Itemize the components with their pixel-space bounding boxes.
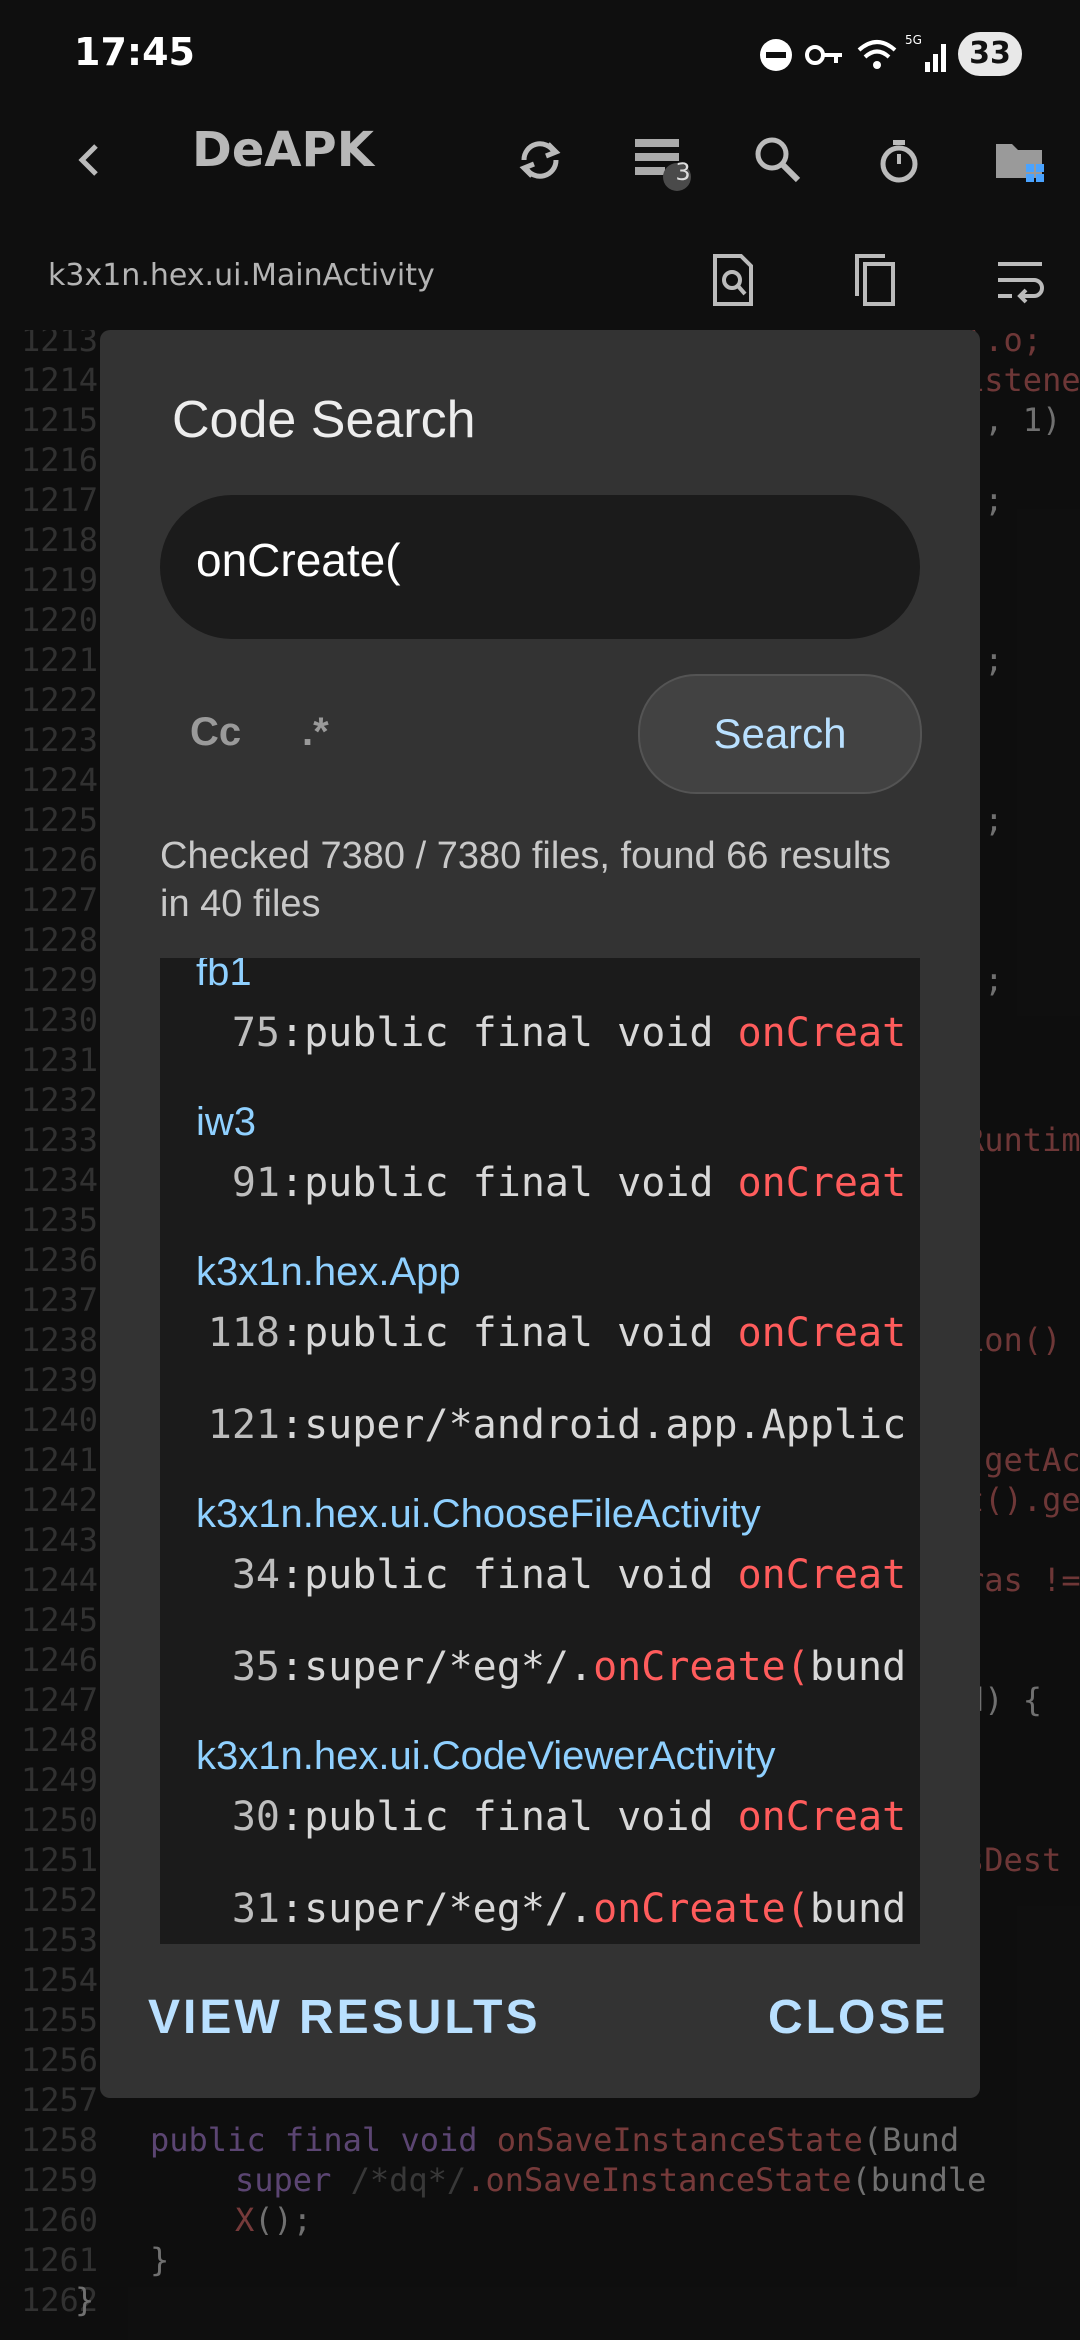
result-match[interactable]: 91:public final void onCreat [160, 1160, 906, 1206]
class-path-label: k3x1n.hex.ui.MainActivity [48, 258, 435, 293]
result-match[interactable]: 121:super/*android.app.Applic [160, 1402, 906, 1448]
result-match[interactable]: 75:public final void onCreat [160, 1010, 906, 1056]
results-list[interactable]: fb1 75:public final void onCreat iw3 91:pub… [160, 958, 920, 1944]
reload-icon[interactable] [505, 125, 575, 195]
search-icon[interactable] [743, 125, 813, 195]
search-button[interactable]: Search [638, 674, 922, 794]
match-highlight: onCreat [737, 1010, 907, 1056]
regex-toggle[interactable]: .* [302, 710, 329, 755]
battery-indicator: 33 [958, 32, 1022, 76]
view-results-button[interactable]: VIEW RESULTS [148, 1990, 540, 2045]
match-separator: : [280, 1644, 305, 1690]
wifi-icon [857, 40, 897, 69]
match-case-toggle[interactable]: Cc [190, 710, 241, 755]
folder-icon[interactable] [985, 125, 1055, 195]
match-suffix: bund [809, 1886, 907, 1932]
search-input[interactable]: onCreate( [160, 495, 920, 639]
find-in-page-icon[interactable] [698, 245, 768, 315]
svg-text:5G: 5G [905, 33, 922, 47]
match-line-number: 35 [231, 1644, 280, 1690]
signal-5g-icon: 5G [905, 33, 946, 72]
copy-icon[interactable] [840, 245, 910, 315]
match-line-number: 34 [231, 1552, 280, 1598]
match-highlight: onCreat [737, 1552, 907, 1598]
close-button[interactable]: CLOSE [768, 1990, 948, 2045]
match-prefix: super/*eg*/. [304, 1644, 594, 1690]
code-search-dialog: Code Search onCreate( Cc .* Search Check… [100, 330, 980, 2098]
match-prefix: super/*eg*/. [304, 1886, 594, 1932]
result-match[interactable]: 118:public final void onCreat [160, 1310, 906, 1356]
tasks-icon[interactable]: 3 [625, 125, 695, 195]
status-bar: 17:45 5G 33 [0, 0, 1080, 110]
search-summary: Checked 7380 / 7380 files, found 66 resu… [160, 835, 891, 925]
timer-icon[interactable] [864, 125, 934, 195]
match-prefix: public final void [304, 1310, 738, 1356]
match-highlight: onCreat [737, 1310, 907, 1356]
match-suffix: bund [809, 1644, 907, 1690]
result-match[interactable]: 35:super/*eg*/.onCreate(bund [160, 1644, 906, 1690]
match-separator: : [280, 1010, 305, 1056]
status-time: 17:45 [74, 30, 195, 74]
match-line-number: 75 [231, 1010, 280, 1056]
match-line-number: 118 [207, 1310, 280, 1356]
match-prefix: public final void [304, 1010, 738, 1056]
back-icon[interactable] [55, 125, 125, 195]
app-title: DeAPK [192, 122, 374, 178]
search-query-text: onCreate( [196, 534, 401, 586]
match-separator: : [280, 1552, 305, 1598]
match-highlight: onCreate( [593, 1644, 810, 1690]
match-line-number: 31 [231, 1886, 280, 1932]
result-file[interactable]: fb1 [196, 958, 252, 995]
match-prefix: public final void [304, 1794, 738, 1840]
vpn-key-icon [805, 45, 842, 65]
match-highlight: onCreate( [593, 1886, 810, 1932]
result-match[interactable]: 31:super/*eg*/.onCreate(bund [160, 1886, 906, 1932]
wrap-icon[interactable] [985, 245, 1055, 315]
match-separator: : [280, 1310, 305, 1356]
match-line-number: 121 [207, 1402, 280, 1448]
match-highlight: onCreat [737, 1794, 907, 1840]
result-file[interactable]: k3x1n.hex.ui.CodeViewerActivity [196, 1734, 776, 1779]
dialog-title: Code Search [172, 391, 476, 449]
result-match[interactable]: 30:public final void onCreat [160, 1794, 906, 1840]
match-separator: : [280, 1160, 305, 1206]
match-separator: : [280, 1402, 305, 1448]
match-prefix: public final void [304, 1160, 738, 1206]
match-prefix: super/*android.app.Applic [304, 1402, 907, 1448]
match-separator: : [280, 1794, 305, 1840]
result-file[interactable]: k3x1n.hex.App [196, 1250, 461, 1295]
do-not-disturb-icon [760, 39, 792, 71]
result-file[interactable]: k3x1n.hex.ui.ChooseFileActivity [196, 1492, 761, 1537]
tasks-badge: 3 [675, 158, 691, 186]
match-highlight: onCreat [737, 1160, 907, 1206]
match-prefix: public final void [304, 1552, 738, 1598]
result-file[interactable]: iw3 [196, 1100, 256, 1145]
result-match[interactable]: 34:public final void onCreat [160, 1552, 906, 1598]
match-separator: : [280, 1886, 305, 1932]
match-line-number: 91 [231, 1160, 280, 1206]
match-line-number: 30 [231, 1794, 280, 1840]
